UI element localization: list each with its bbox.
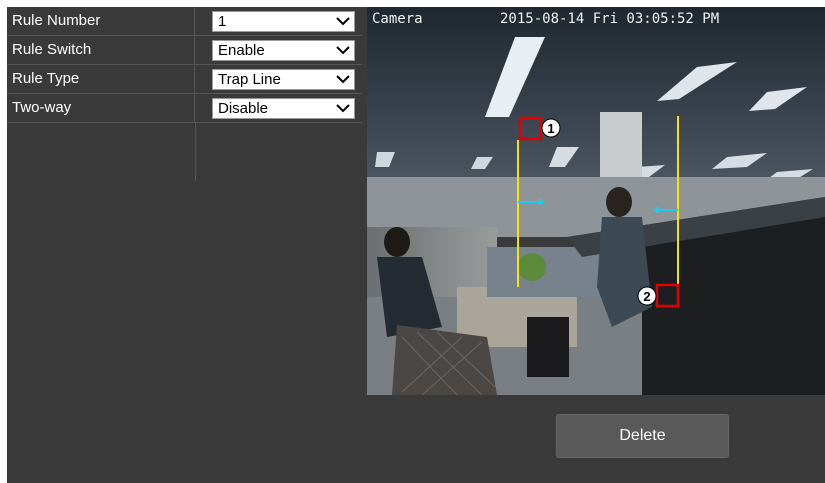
marker-number-1: 1 bbox=[547, 121, 554, 136]
person-head bbox=[384, 227, 410, 257]
rule-number-value: 1 bbox=[218, 13, 227, 30]
person-head bbox=[606, 187, 632, 217]
camera-label: Camera bbox=[372, 11, 423, 27]
rule-row-two-way: Two-way Disable bbox=[7, 94, 362, 123]
marker-number-2: 2 bbox=[643, 289, 650, 304]
two-way-label: Two-way bbox=[7, 94, 195, 122]
rule-row-switch: Rule Switch Enable bbox=[7, 36, 362, 65]
delete-button[interactable]: Delete bbox=[556, 414, 729, 458]
rule-switch-select[interactable]: Enable bbox=[212, 40, 355, 61]
rule-type-value: Trap Line bbox=[218, 71, 281, 88]
video-timestamp: 2015-08-14 Fri 03:05:52 PM bbox=[500, 11, 719, 27]
rule-row-type: Rule Type Trap Line bbox=[7, 65, 362, 94]
two-way-value: Disable bbox=[218, 100, 269, 117]
rule-type-label: Rule Type bbox=[7, 65, 195, 93]
two-way-select[interactable]: Disable bbox=[212, 98, 355, 119]
trash-bin bbox=[527, 317, 569, 377]
rule-type-select[interactable]: Trap Line bbox=[212, 69, 355, 90]
rule-number-select[interactable]: 1 bbox=[212, 11, 355, 32]
camera-frame: 1 2 Camera 2015-08-14 Fri 03:05:52 PM bbox=[367, 7, 825, 395]
rule-label-column-divider bbox=[195, 123, 196, 181]
rule-switch-label: Rule Switch bbox=[7, 36, 195, 64]
rule-number-label: Rule Number bbox=[7, 7, 195, 35]
rule-settings-table: Rule Number 1 Rule Switch Enable Rule Ty… bbox=[7, 7, 362, 181]
plant bbox=[518, 253, 546, 281]
chevron-down-icon bbox=[336, 46, 350, 55]
camera-video-feed[interactable]: 1 2 Camera 2015-08-14 Fri 03:05:52 PM bbox=[367, 7, 825, 395]
chevron-down-icon bbox=[336, 75, 350, 84]
chevron-down-icon bbox=[336, 104, 350, 113]
chevron-down-icon bbox=[336, 17, 350, 26]
rule-row-number: Rule Number 1 bbox=[7, 7, 362, 36]
rule-switch-value: Enable bbox=[218, 42, 265, 59]
